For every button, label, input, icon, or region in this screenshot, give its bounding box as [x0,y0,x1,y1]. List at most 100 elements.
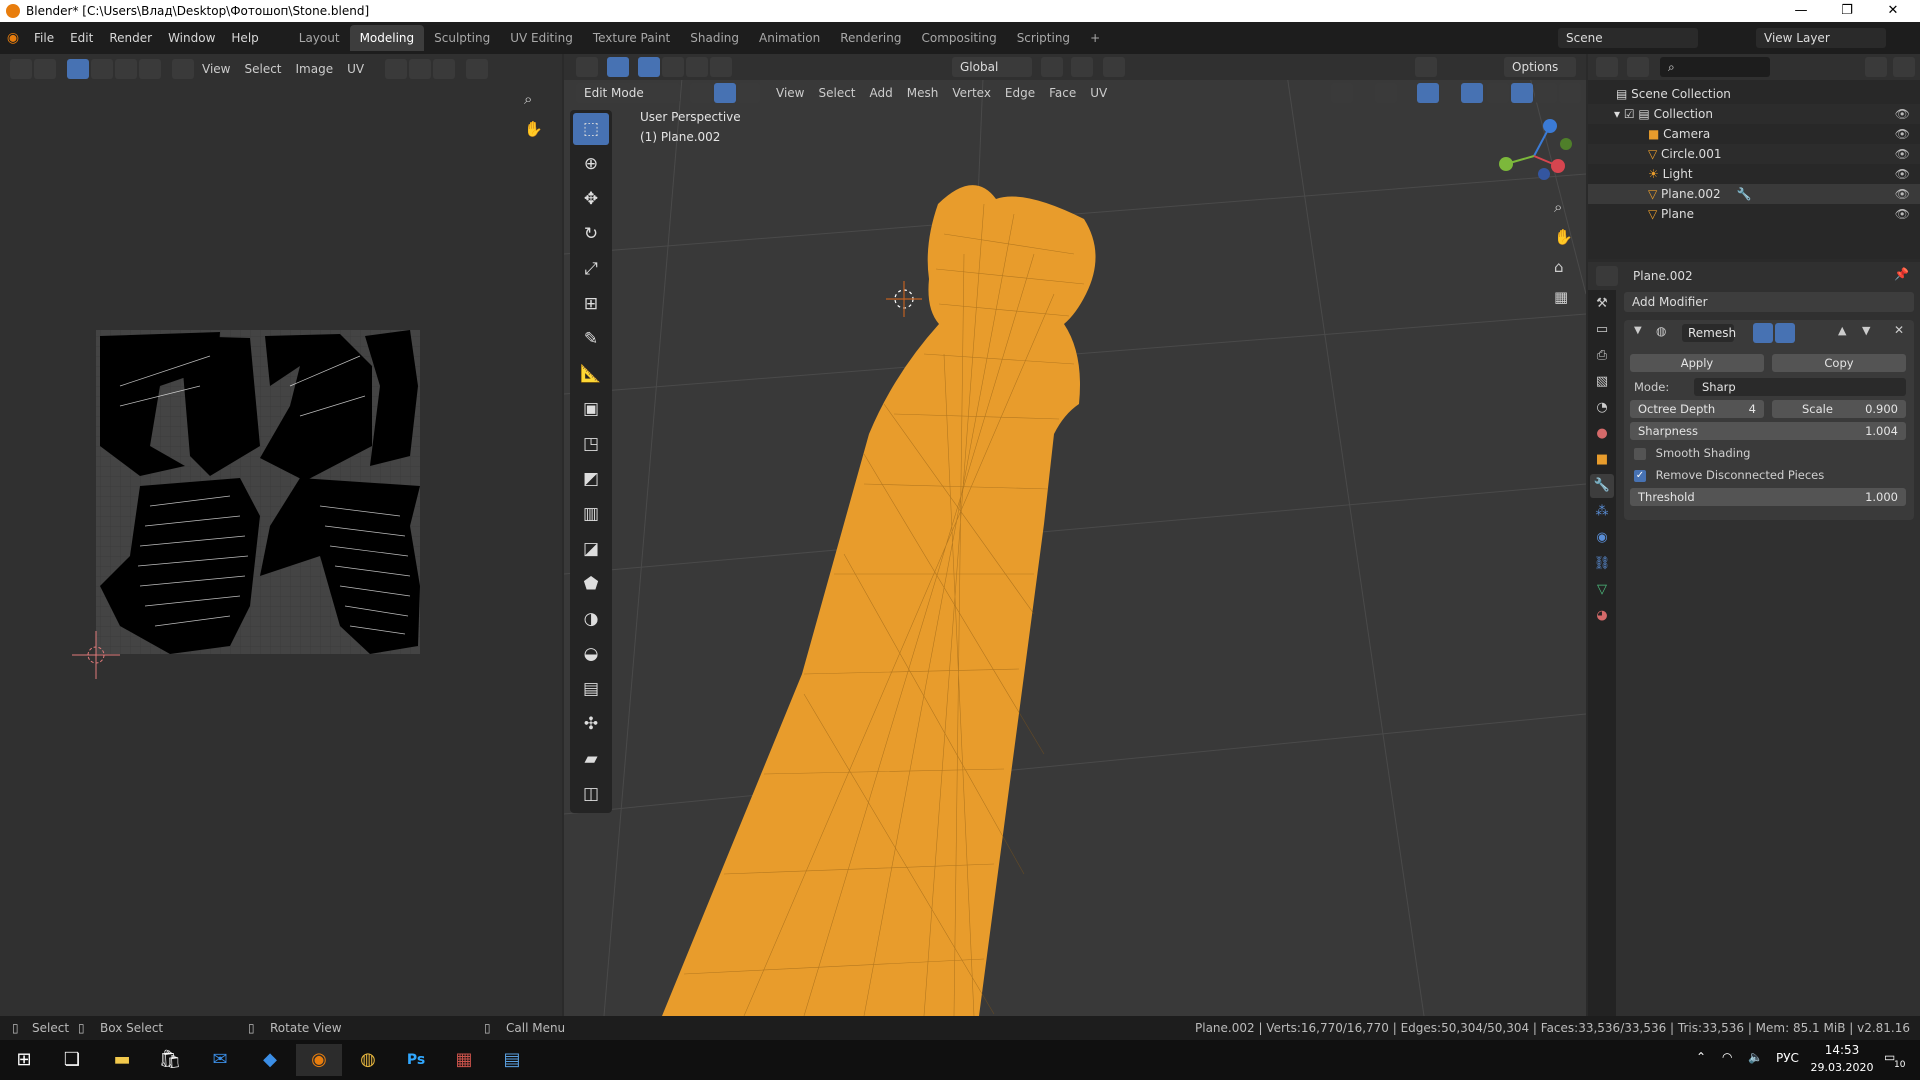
proportional-icon[interactable] [433,59,456,79]
smooth-shading-row[interactable]: Smooth Shading [1634,444,1750,462]
visibility-icon[interactable] [1331,83,1353,103]
proportional-editing-icon[interactable] [1103,57,1125,77]
viewport-pan-icon[interactable]: ✋ [1554,228,1573,246]
outliner-item-plane-002[interactable]: ▽ Plane.002 🔧 👁 [1588,184,1920,204]
pivot-point-icon[interactable] [1041,57,1063,77]
apply-button[interactable]: Apply [1630,354,1764,372]
bevel-tool-icon[interactable]: ◩ [573,463,609,495]
store-icon[interactable]: 🛍 [150,1044,190,1076]
tool-tab-icon[interactable]: ⚒ [1590,292,1614,316]
file-explorer-icon[interactable]: ▬ [102,1044,142,1076]
remove-disconnected-row[interactable]: ✓ Remove Disconnected Pieces [1634,466,1824,484]
outliner-collection[interactable]: ▾ ☑ ▤ Collection 👁 [1588,104,1920,124]
snap-icon[interactable] [1071,57,1093,77]
view-layer-selector[interactable]: View Layer [1756,28,1886,48]
inset-tool-icon[interactable]: ◳ [573,428,609,460]
measure-tool-icon[interactable]: 📐 [573,358,609,390]
rotate-tool-icon[interactable]: ↻ [573,218,609,250]
material-tab-icon[interactable]: ◕ [1590,604,1614,628]
outliner-scene-collection[interactable]: ▤ Scene Collection [1588,84,1920,104]
smooth-tool-icon[interactable]: ◒ [573,638,609,670]
face-select-mode-icon[interactable] [738,83,760,103]
editor-type-icon[interactable] [576,57,598,77]
move-down-icon[interactable]: ▼ [1862,324,1870,337]
eye-icon[interactable]: 👁 [1895,124,1910,144]
checkbox-icon[interactable]: ☑ [1624,107,1639,121]
outliner-item-plane[interactable]: ▽ Plane 👁 [1588,204,1920,224]
island-select-icon[interactable] [139,59,161,79]
knife-tool-icon[interactable]: ◪ [573,533,609,565]
edge-slide-tool-icon[interactable]: ▤ [573,673,609,705]
spin-tool-icon[interactable]: ◑ [573,603,609,635]
vp-menu-uv[interactable]: UV [1083,82,1114,104]
menu-edit[interactable]: Edit [62,27,101,49]
tab-compositing[interactable]: Compositing [911,25,1006,51]
eye-icon[interactable]: 👁 [1895,204,1910,224]
vp-menu-view[interactable]: View [769,82,811,104]
cursor-tool-icon[interactable]: ⊕ [573,148,609,180]
vp-menu-add[interactable]: Add [863,82,900,104]
scale-tool-icon[interactable]: ⤢ [573,253,609,285]
blender-menu-icon[interactable]: ◉ [0,30,26,46]
task-view-icon[interactable]: ❏ [52,1044,92,1076]
editmode-toggle-icon[interactable] [1797,323,1817,343]
outliner-item-light[interactable]: ☀ Light 👁 [1588,164,1920,184]
app-2-icon[interactable]: ▤ [492,1044,532,1076]
modifier-name-input[interactable]: Remesh [1682,324,1736,342]
minimize-icon[interactable]: — [1778,0,1824,22]
move-tool-icon[interactable]: ✥ [573,183,609,215]
language-indicator[interactable]: РУС [1776,1051,1799,1065]
tab-sculpting[interactable]: Sculpting [424,25,500,51]
vp-menu-edge[interactable]: Edge [998,82,1042,104]
outliner-search-input[interactable]: ⌕ [1660,57,1770,77]
scale-field[interactable]: Scale 0.900 [1772,400,1906,418]
app-icon[interactable]: ◆ [250,1044,290,1076]
edge-select-icon[interactable] [91,59,113,79]
select-box-tool-icon[interactable]: ⬚ [573,113,609,145]
camera-view-icon[interactable]: ⌂ [1554,258,1564,276]
pin-icon[interactable]: 📌 [1894,267,1909,281]
uv-menu-select[interactable]: Select [237,58,288,80]
edge-select-mode-icon[interactable] [714,83,736,103]
volume-icon[interactable]: 🔈 [1748,1050,1763,1064]
maximize-icon[interactable]: ❐ [1824,0,1870,22]
poly-build-tool-icon[interactable]: ⬟ [573,568,609,600]
shear-tool-icon[interactable]: ▰ [573,743,609,775]
sync-selection-icon[interactable] [34,59,56,79]
tab-texture-paint[interactable]: Texture Paint [583,25,680,51]
menu-file[interactable]: File [26,27,62,49]
zoom-icon[interactable]: ⌕ [524,90,532,108]
display-mode-icon[interactable] [1627,57,1649,77]
select-extend-icon[interactable] [662,57,684,77]
tab-uv-editing[interactable]: UV Editing [500,25,583,51]
photoshop-icon[interactable]: Ps [396,1044,436,1076]
select-subtract-icon[interactable] [686,57,708,77]
tab-shading[interactable]: Shading [680,25,749,51]
tab-rendering[interactable]: Rendering [830,25,911,51]
collapse-icon[interactable]: ▼ [1634,325,1642,336]
move-up-icon[interactable]: ▲ [1838,324,1846,337]
rip-region-tool-icon[interactable]: ◫ [573,778,609,810]
vp-menu-face[interactable]: Face [1042,82,1083,104]
render-toggle-icon[interactable] [1753,323,1773,343]
add-workspace-icon[interactable]: + [1080,25,1110,51]
output-tab-icon[interactable]: ⎙ [1590,344,1614,368]
properties-editor-type-icon[interactable] [1596,266,1618,286]
editor-type-icon[interactable] [10,59,32,79]
rendered-shading-icon[interactable] [1559,83,1581,103]
navigation-gizmo[interactable] [1492,114,1576,198]
object-tab-icon[interactable]: ■ [1590,448,1614,472]
wifi-icon[interactable]: ◠ [1722,1050,1732,1064]
outliner-editor-type-icon[interactable] [1596,57,1618,77]
vertex-select-icon[interactable] [67,59,89,79]
eye-icon[interactable]: 👁 [1895,104,1910,124]
overlay-icon[interactable] [1417,83,1439,103]
remove-disconnected-checkbox[interactable]: ✓ [1634,469,1646,482]
3d-viewport[interactable]: Global Options Edit Mode View Select Add… [564,54,1586,1016]
gizmo-icon[interactable] [1375,83,1397,103]
pan-hand-icon[interactable]: ✋ [524,120,543,138]
pivot-icon[interactable] [385,59,408,79]
octree-depth-field[interactable]: Octree Depth 4 [1630,400,1764,418]
vp-menu-mesh[interactable]: Mesh [900,82,946,104]
solid-shading-icon[interactable] [1511,83,1533,103]
